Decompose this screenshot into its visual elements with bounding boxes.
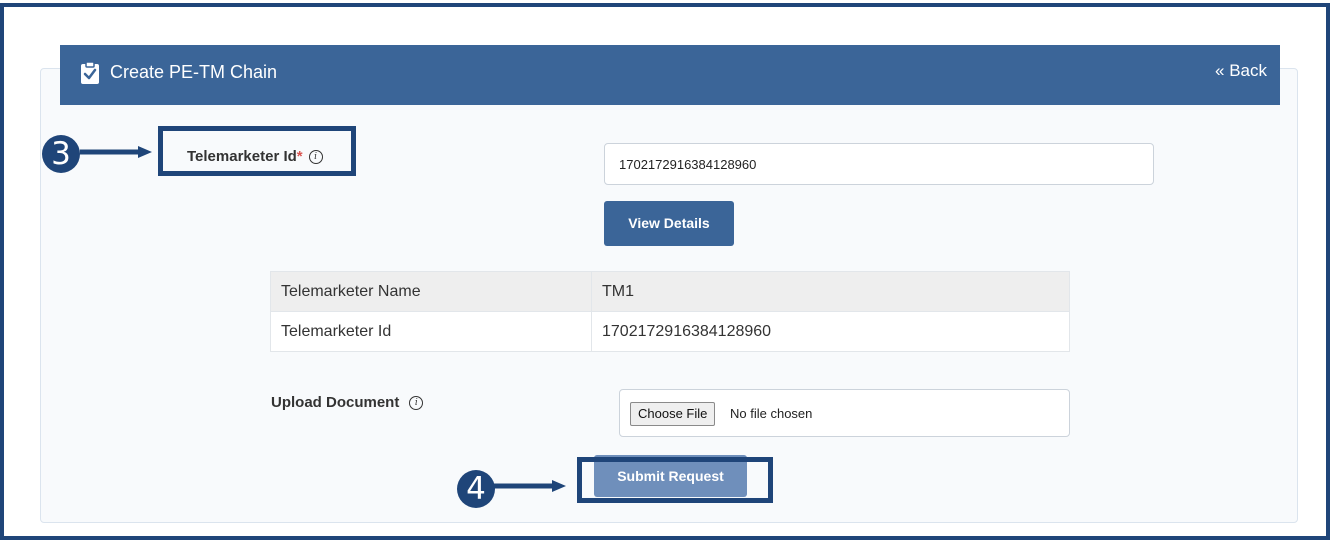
step3-badge: 3 [42,135,80,173]
step4-arrow-icon [494,480,566,492]
table-row: Telemarketer Id 1702172916384128960 [270,311,1070,352]
info-icon[interactable]: i [409,396,424,411]
page-header: Create PE-TM Chain « Back [60,45,1280,105]
file-upload-field: Choose File No file chosen [619,389,1070,437]
page-title: Create PE-TM Chain [110,62,278,82]
view-details-button[interactable]: View Details [604,201,734,246]
table-cell-value: TM1 [591,271,1070,312]
step3-arrow-icon [80,146,152,158]
choose-file-button[interactable]: Choose File [630,402,716,426]
clipboard-check-icon [81,61,99,84]
upload-document-label: Upload Document i [271,394,424,411]
file-status-text: No file chosen [730,406,813,421]
table-cell-key: Telemarketer Name [270,271,592,312]
step3-highlight-box [158,126,356,176]
table-row: Telemarketer Name TM1 [270,271,1070,312]
table-cell-key: Telemarketer Id [270,311,592,352]
back-link[interactable]: « Back [1215,61,1267,81]
table-cell-value: 1702172916384128960 [591,311,1070,352]
telemarketer-id-input[interactable]: 1702172916384128960 [604,143,1154,185]
step4-badge: 4 [457,470,495,508]
step4-highlight-box [577,457,773,503]
upload-document-label-text: Upload Document [271,394,400,411]
details-table: Telemarketer Name TM1 Telemarketer Id 17… [270,271,1070,352]
